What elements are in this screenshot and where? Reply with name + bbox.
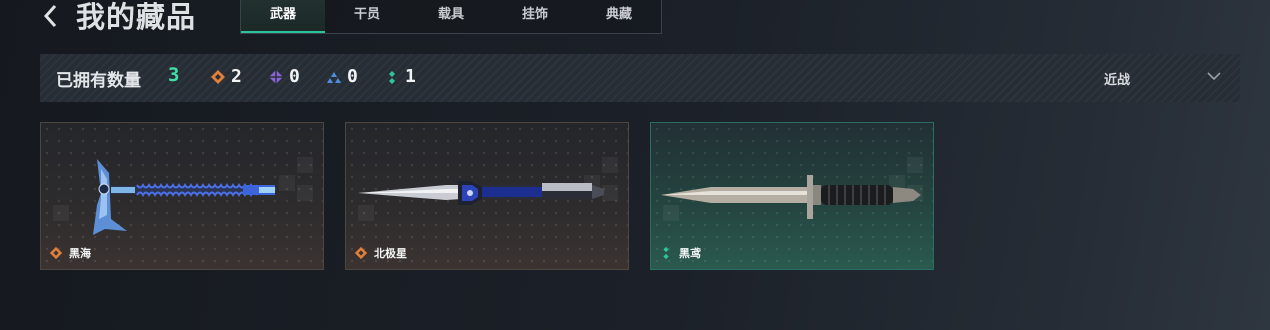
page-title: 我的藏品 — [76, 0, 197, 34]
item-name-row: 黑海 — [49, 245, 91, 261]
blue-triangle-icon — [327, 71, 341, 83]
tab-vehicles[interactable]: 载具 — [409, 0, 493, 33]
tab-collection[interactable]: 典藏 — [577, 0, 661, 33]
item-name: 黑鸢 — [679, 247, 701, 260]
item-card-heiyuan[interactable]: 黑鸢 — [650, 122, 934, 270]
tab-weapons[interactable]: 武器 — [241, 0, 325, 33]
green-dots-icon — [663, 246, 669, 260]
item-name-row: 黑鸢 — [659, 245, 701, 261]
purple-diamond-icon — [269, 69, 283, 84]
item-card-beijixing[interactable]: 北极星 — [345, 122, 629, 270]
item-card-heihai[interactable]: 黑海 — [40, 122, 324, 270]
rarity-count-orange: 2 — [210, 66, 242, 87]
rarity-count-blue: 0 — [326, 66, 358, 87]
rarity-count-purple: 0 — [268, 66, 300, 87]
rarity-count-green: 1 — [384, 66, 416, 87]
owned-total: 3 — [168, 64, 180, 86]
item-name: 北极星 — [374, 247, 407, 260]
chevron-down-icon[interactable] — [1206, 70, 1222, 82]
item-name-row: 北极星 — [354, 245, 407, 261]
green-dots-icon — [389, 70, 395, 84]
category-tabs: 武器 干员 载具 挂饰 典藏 — [240, 0, 662, 34]
owned-count-label: 已拥有数量 — [56, 71, 141, 91]
orange-diamond-icon — [354, 246, 368, 260]
back-arrow-icon[interactable] — [40, 0, 64, 32]
tab-operators[interactable]: 干员 — [325, 0, 409, 33]
item-name: 黑海 — [69, 247, 91, 260]
tab-charms[interactable]: 挂饰 — [493, 0, 577, 33]
orange-diamond-icon — [49, 246, 63, 260]
ownership-stats-bar: 已拥有数量 3 2 0 0 1 近战 — [40, 54, 1240, 102]
orange-diamond-icon — [211, 69, 225, 84]
weapon-type-filter[interactable]: 近战 — [1104, 69, 1130, 88]
